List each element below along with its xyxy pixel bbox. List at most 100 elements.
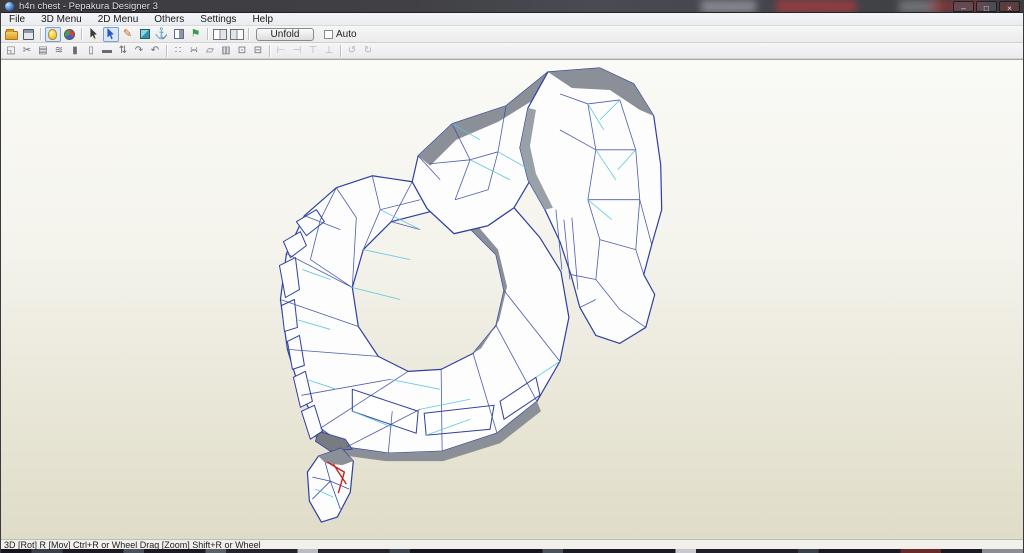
layout-3d-pane-button[interactable] — [212, 27, 228, 42]
cylinder-icon: ▮ — [72, 44, 78, 56]
toolbar-separator — [248, 28, 249, 40]
flip-piece-button[interactable]: ⇅ — [116, 44, 131, 58]
grid-icon: ∺ — [189, 44, 199, 56]
scissors-icon: ✂ — [22, 44, 32, 56]
align-bottom-icon: ⊥ — [324, 44, 334, 56]
dashed-frame-icon: ∷ — [174, 44, 182, 56]
boxed-view-button[interactable]: ⊡ — [235, 44, 250, 58]
save-file-button[interactable] — [21, 27, 37, 42]
align-bottom-button: ⊥ — [322, 44, 337, 58]
piece-label-button[interactable]: ▱ — [203, 44, 218, 58]
rotate-90-ccw-button: ↺ — [345, 44, 360, 58]
toolbar-separator — [81, 28, 82, 40]
align-right-icon: ⊣ — [292, 44, 302, 56]
unfold-button[interactable]: Unfold — [256, 27, 314, 41]
menu-help[interactable]: Help — [244, 13, 281, 26]
solid-view-button[interactable] — [137, 27, 153, 42]
rotate-90-ccw-icon: ↺ — [347, 44, 357, 56]
select-tool-button[interactable] — [86, 27, 102, 42]
2d-edit-toolbar: ◱ ✂ ▤ ≋ ▮ ▯ ▬ ⇅ ↷ ↶ ∷ ∺ ▱ ▥ ⊡ ⊟ ⊢ ⊣ ⊤ ⊥ ↺ ↻ — [1, 43, 1023, 59]
page-icon: ▯ — [88, 44, 94, 56]
menu-2d-menu[interactable]: 2D Menu — [90, 13, 147, 26]
cursor-arrow-blue-icon — [107, 28, 114, 40]
rotate-piece-ccw-button[interactable]: ↶ — [148, 44, 163, 58]
page-view-button[interactable]: ▯ — [84, 44, 99, 58]
label-icon: ▱ — [206, 44, 214, 56]
rotate-view-tool-button[interactable] — [102, 26, 119, 42]
rotate-90-cw-icon: ↻ — [363, 44, 373, 56]
dark-panel-button[interactable]: ▬ — [100, 44, 115, 58]
model-wireframe — [278, 67, 663, 523]
stack-icon: ▥ — [221, 44, 231, 56]
rotate-90-cw-button: ↻ — [361, 44, 376, 58]
detached-piece — [306, 447, 354, 523]
texture-image-button[interactable]: ▤ — [36, 44, 51, 58]
toolbar-separator — [166, 44, 167, 57]
snap-grid-button[interactable]: ∺ — [187, 44, 202, 58]
cursor-arrow-gold-icon — [90, 28, 97, 40]
close-button[interactable]: × — [999, 1, 1020, 12]
pepakura-window: h4n chest - Pepakura Designer 3 – □ × Fi… — [0, 0, 1024, 553]
menu-bar: File 3D Menu 2D Menu Others Settings Help — [1, 13, 1023, 26]
rotate-piece-cw-button[interactable]: ↷ — [132, 44, 147, 58]
save-floppy-icon — [23, 28, 34, 40]
pencil-icon: ✎ — [122, 27, 133, 40]
toolbar-separator — [207, 28, 208, 40]
menu-settings[interactable]: Settings — [192, 13, 244, 26]
open-folder-icon — [5, 28, 18, 40]
flip-icon: ⇅ — [118, 44, 128, 56]
flag-icon: ⚑ — [190, 27, 201, 40]
dashed-select-button[interactable]: ∷ — [171, 44, 186, 58]
3d-viewport-canvas[interactable] — [1, 60, 1023, 539]
open-file-button[interactable] — [4, 27, 20, 42]
rotate-cw-icon: ↷ — [134, 44, 144, 56]
corrugation-button[interactable]: ≋ — [52, 44, 67, 58]
3d-viewport — [1, 59, 1023, 539]
align-right-button: ⊣ — [290, 44, 305, 58]
window-controls: – □ × — [953, 1, 1020, 12]
anchor-icon: ⚓ — [154, 27, 169, 40]
flatten-button[interactable]: ⊟ — [251, 44, 266, 58]
minimize-button[interactable]: – — [953, 1, 974, 12]
auto-unfold-group: Auto — [324, 29, 357, 40]
align-top-button: ⊤ — [306, 44, 321, 58]
select-2d-button[interactable]: ◱ — [4, 44, 19, 58]
menu-others[interactable]: Others — [146, 13, 192, 26]
dark-panel-icon: ▬ — [102, 44, 112, 56]
waves-icon: ≋ — [54, 44, 64, 56]
section-view-button[interactable] — [171, 27, 187, 42]
menu-file[interactable]: File — [1, 13, 33, 26]
toolbar-separator — [269, 44, 270, 57]
toggle-texture-button[interactable] — [62, 27, 78, 42]
auto-checkbox-label: Auto — [336, 28, 357, 40]
align-left-button: ⊢ — [274, 44, 289, 58]
toggle-light-button[interactable] — [44, 26, 61, 42]
title-bar[interactable]: h4n chest - Pepakura Designer 3 – □ × — [1, 0, 1023, 13]
edge-id-button[interactable]: ▮ — [68, 44, 83, 58]
toolbar-separator — [340, 44, 341, 57]
layout-2d-pane-button[interactable] — [229, 27, 245, 42]
auto-checkbox[interactable] — [324, 29, 333, 39]
stack-order-button[interactable]: ▥ — [219, 44, 234, 58]
status-bar: 3D [Rot] R [Mov] Ctrl+R or Wheel Drag [Z… — [1, 539, 1023, 550]
material-flag-button[interactable]: ⚑ — [188, 27, 204, 42]
layout-right-pane-icon — [229, 28, 244, 40]
boxed-icon: ⊡ — [237, 44, 247, 56]
menu-3d-menu[interactable]: 3D Menu — [33, 13, 90, 26]
layout-left-pane-icon — [212, 28, 227, 40]
aero-glass-highlight — [701, 0, 756, 12]
main-toolbar: ✎ ⚓ ⚑ Unfold Auto — [1, 26, 1023, 43]
color-ball-icon — [64, 28, 75, 40]
pen-tool-button[interactable]: ✎ — [120, 27, 136, 42]
rotate-ccw-icon: ↶ — [150, 44, 160, 56]
selection-frame-icon: ◱ — [6, 44, 16, 56]
half-box-icon — [173, 29, 184, 39]
toolbar-separator — [40, 28, 41, 40]
align-left-icon: ⊢ — [276, 44, 286, 56]
main-toolbar-icons: ✎ ⚓ ⚑ — [3, 26, 252, 42]
maximize-button[interactable]: □ — [976, 1, 997, 12]
window-title: h4n chest - Pepakura Designer 3 — [19, 0, 158, 12]
image-icon: ▤ — [38, 44, 48, 56]
anchor-tool-button[interactable]: ⚓ — [154, 27, 170, 42]
edge-cut-button[interactable]: ✂ — [20, 44, 35, 58]
